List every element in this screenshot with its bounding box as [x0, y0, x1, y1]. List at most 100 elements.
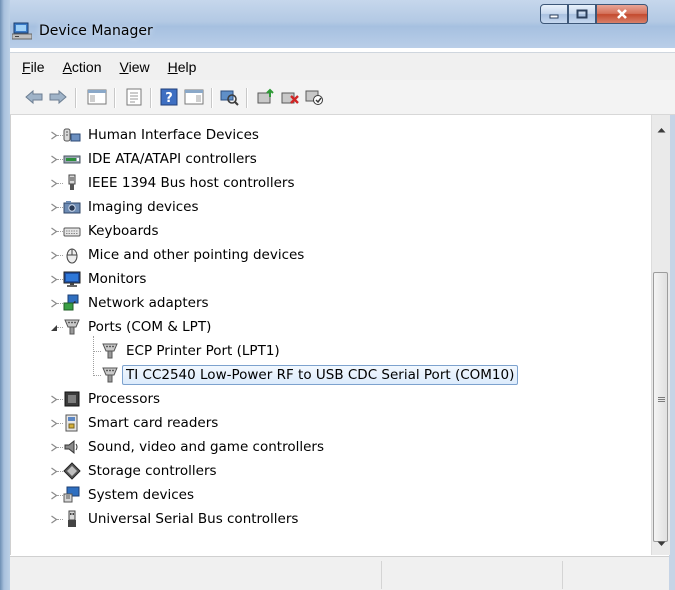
action-pane-icon[interactable] — [184, 88, 204, 106]
tree-node[interactable]: Monitors — [63, 268, 150, 290]
tree-connector — [57, 255, 63, 256]
device-manager-window: Device Manager File Action View Help ? H… — [0, 0, 675, 590]
monitor-icon — [63, 271, 81, 287]
menu-file[interactable]: File — [10, 59, 54, 75]
device-tree[interactable]: Human Interface Devices IDE ATA/ATAPI con… — [10, 115, 652, 555]
usb-icon — [68, 510, 76, 527]
menu-action[interactable]: Action — [54, 59, 111, 75]
menu-help[interactable]: Help — [159, 59, 206, 75]
speaker-icon — [64, 439, 78, 455]
toolbar: ? — [10, 80, 675, 115]
help-icon[interactable]: ? — [159, 88, 179, 106]
scroll-thumb[interactable] — [653, 272, 668, 542]
scroll-up-button[interactable] — [652, 121, 670, 139]
title-bar[interactable]: Device Manager — [0, 0, 675, 48]
show-hide-console-tree-icon[interactable] — [87, 88, 107, 106]
tree-node[interactable]: Imaging devices — [63, 196, 203, 218]
tree-node[interactable]: Processors — [63, 388, 164, 410]
caption-buttons — [540, 4, 648, 26]
processor-icon — [64, 391, 80, 407]
tree-connector — [57, 447, 63, 448]
tree-node[interactable]: Human Interface Devices — [63, 124, 263, 146]
tree-connector — [57, 327, 63, 328]
device-manager-icon — [12, 22, 32, 40]
toolbar-separator — [246, 88, 247, 108]
tree-node-label: Mice and other pointing devices — [88, 247, 305, 263]
close-button[interactable] — [596, 4, 648, 24]
minimize-button[interactable] — [540, 4, 568, 24]
tree-node[interactable]: IDE ATA/ATAPI controllers — [63, 148, 261, 170]
smart-card-icon — [65, 414, 78, 432]
status-bar — [10, 556, 669, 590]
properties-icon[interactable] — [124, 88, 144, 106]
tree-node[interactable]: Sound, video and game controllers — [63, 436, 328, 458]
hid-icon — [63, 128, 81, 142]
close-icon — [617, 9, 627, 19]
scroll-down-icon — [657, 541, 665, 546]
tree-node-label: Processors — [88, 391, 161, 407]
maximize-icon — [576, 9, 588, 19]
scan-hardware-icon[interactable] — [220, 88, 240, 106]
tree-node[interactable]: System devices — [63, 484, 198, 506]
network-adapter-icon — [63, 294, 79, 311]
forward-arrow-icon[interactable] — [48, 88, 68, 106]
back-arrow-icon[interactable] — [24, 88, 44, 106]
port-icon — [102, 367, 118, 383]
tree-node-label: Keyboards — [88, 223, 159, 239]
svg-text:?: ? — [165, 91, 173, 106]
menu-view[interactable]: View — [111, 59, 159, 75]
tree-connector — [93, 375, 101, 376]
tree-node[interactable]: Storage controllers — [63, 460, 221, 482]
tree-connector — [57, 279, 63, 280]
port-icon — [64, 319, 80, 335]
tree-connector — [93, 351, 101, 352]
tree-node-label: Universal Serial Bus controllers — [88, 511, 299, 527]
tree-connector — [57, 423, 63, 424]
tree-connector — [57, 495, 63, 496]
window-title: Device Manager — [39, 23, 153, 39]
uninstall-icon[interactable] — [280, 88, 300, 106]
scroll-grip-icon — [658, 397, 665, 403]
tree-connector — [57, 303, 63, 304]
tree-node[interactable]: Keyboards — [63, 220, 163, 242]
status-panel-2 — [381, 561, 562, 589]
mouse-icon — [66, 248, 78, 264]
toolbar-separator — [150, 88, 151, 108]
ide-controller-icon — [63, 155, 81, 164]
tree-child-node[interactable]: TI CC2540 Low-Power RF to USB CDC Serial… — [101, 364, 519, 386]
tree-connector — [57, 231, 63, 232]
tree-node[interactable]: Network adapters — [63, 292, 213, 314]
tree-node-label: Storage controllers — [88, 463, 217, 479]
toolbar-separator — [114, 88, 115, 108]
camera-icon — [63, 201, 81, 214]
ieee1394-icon — [68, 174, 76, 190]
tree-node-label: Monitors — [88, 271, 147, 287]
tree-node-label: IDE ATA/ATAPI controllers — [88, 151, 257, 167]
status-panel-main — [10, 561, 380, 589]
scroll-up-icon — [657, 128, 665, 133]
tree-node[interactable]: Smart card readers — [63, 412, 222, 434]
window-frame-left — [0, 0, 10, 590]
tree-connector — [57, 519, 63, 520]
tree-connector — [57, 135, 63, 136]
tree-node-label: IEEE 1394 Bus host controllers — [88, 175, 295, 191]
vertical-scrollbar[interactable] — [651, 115, 670, 555]
minimize-icon — [549, 14, 559, 19]
tree-node[interactable]: Universal Serial Bus controllers — [63, 508, 302, 530]
maximize-button[interactable] — [568, 4, 596, 24]
menu-bar: File Action View Help — [10, 52, 675, 81]
tree-connector — [57, 471, 63, 472]
tree-child-node[interactable]: ECP Printer Port (LPT1) — [101, 340, 284, 362]
tree-node[interactable]: Mice and other pointing devices — [63, 244, 308, 266]
tree-node[interactable]: IEEE 1394 Bus host controllers — [63, 172, 299, 194]
tree-node[interactable]: Ports (COM & LPT) — [63, 316, 215, 338]
tree-node-label: TI CC2540 Low-Power RF to USB CDC Serial… — [122, 365, 519, 385]
scroll-down-button[interactable] — [652, 535, 670, 553]
tree-node-label: Imaging devices — [88, 199, 199, 215]
disable-icon[interactable] — [304, 88, 324, 106]
tree-connector — [93, 336, 94, 376]
update-driver-icon[interactable] — [256, 88, 276, 106]
port-icon — [102, 343, 118, 359]
status-panel-3 — [562, 561, 670, 589]
tree-node-label: Smart card readers — [88, 415, 219, 431]
